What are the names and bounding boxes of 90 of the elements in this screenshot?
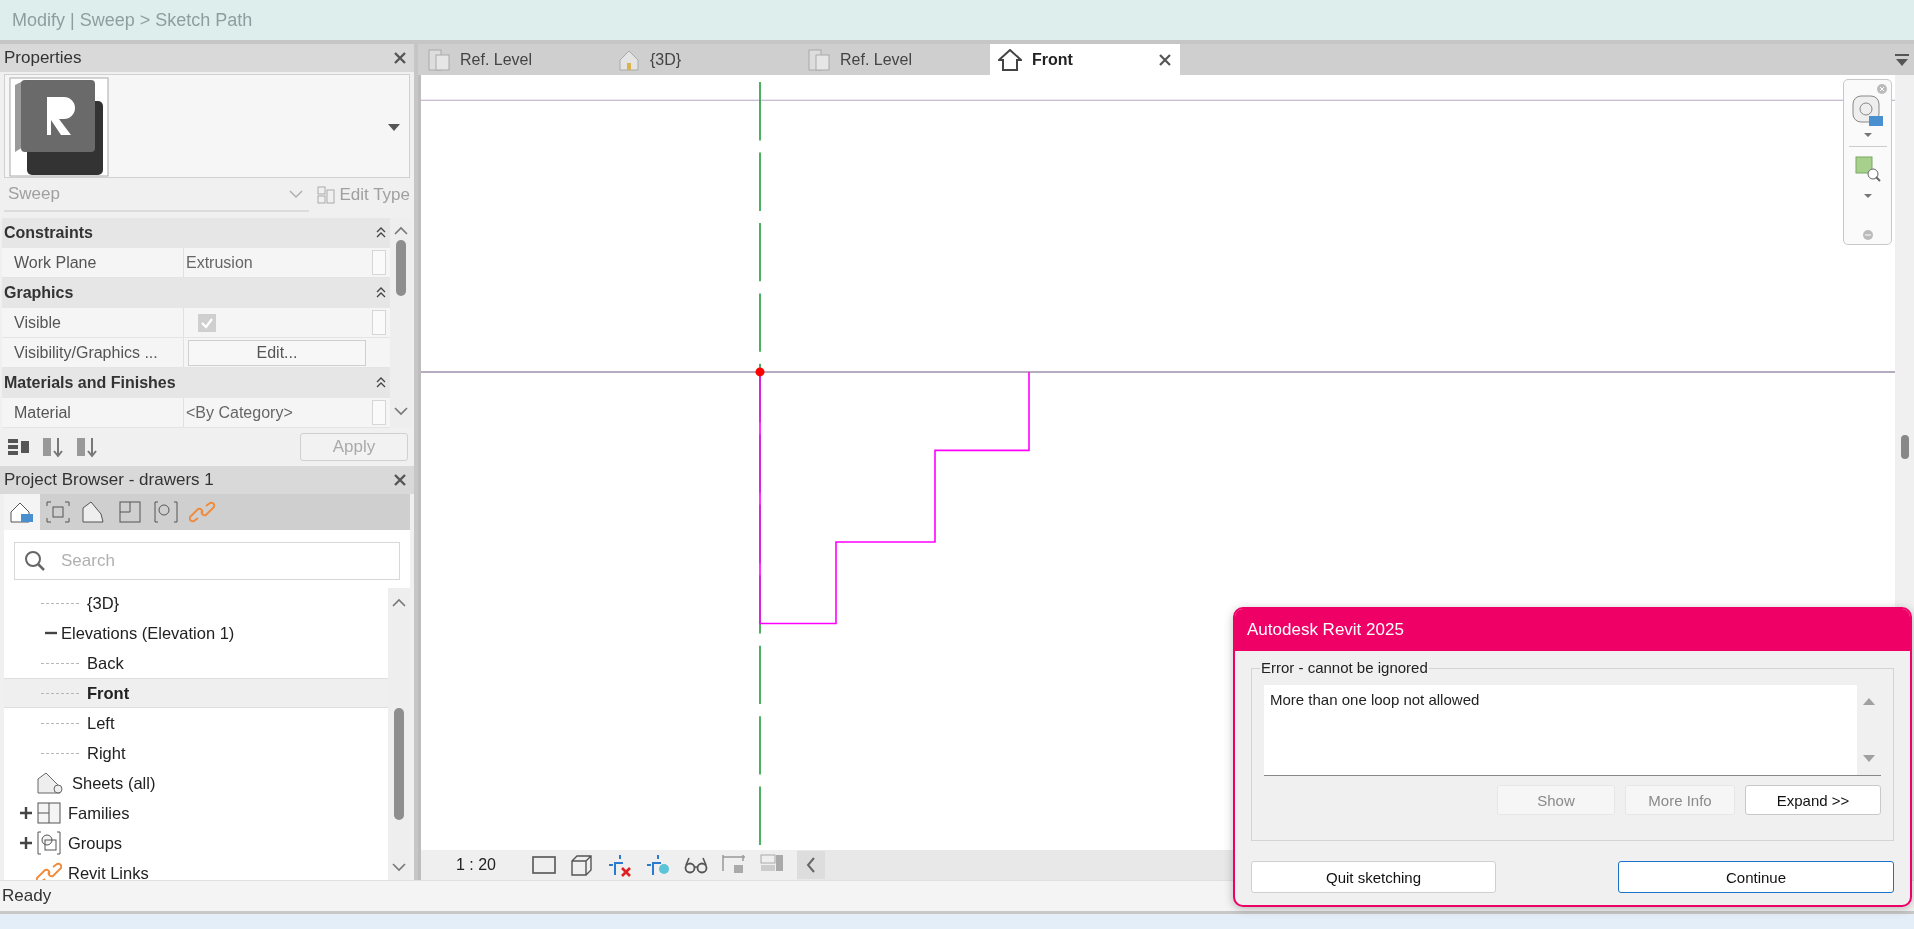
- tree-item[interactable]: Families: [4, 798, 388, 828]
- sketch-path-line[interactable]: [759, 371, 1030, 625]
- chevron-down-icon: [289, 189, 304, 199]
- search-field[interactable]: Search: [14, 542, 400, 580]
- tree-item-label: Front: [87, 683, 130, 703]
- sheet-icon: [36, 771, 66, 795]
- view-tab[interactable]: Front: [990, 44, 1180, 75]
- scale-selector[interactable]: 1 : 20: [421, 856, 531, 874]
- scroll-thumb[interactable]: [394, 708, 404, 820]
- property-value[interactable]: <By Category>: [183, 398, 368, 427]
- link-icon: [36, 862, 62, 880]
- tree-item[interactable]: Left: [4, 708, 388, 738]
- tree-item-label: Left: [87, 713, 115, 733]
- section-title: Materials and Finishes: [4, 374, 176, 392]
- dialog-title: Autodesk Revit 2025: [1247, 620, 1404, 640]
- tree-item[interactable]: Front: [4, 678, 388, 708]
- panel-title: Project Browser - drawers 1: [4, 470, 214, 490]
- section-title: Constraints: [4, 224, 93, 242]
- views-tab-icon[interactable]: [4, 494, 40, 530]
- close-icon[interactable]: [1158, 52, 1172, 67]
- property-label: Material: [13, 403, 72, 422]
- scroll-thumb[interactable]: [1900, 435, 1909, 459]
- tab-menu-icon[interactable]: [1894, 52, 1910, 67]
- floor-plan-icon: [808, 48, 830, 71]
- caret-icon[interactable]: [1862, 132, 1873, 138]
- context-title: Modify | Sweep > Sketch Path: [12, 9, 253, 31]
- view-tab[interactable]: Ref. Level: [420, 44, 610, 75]
- family-icon: [36, 801, 62, 825]
- dialog-button[interactable]: Expand >>: [1745, 785, 1881, 815]
- tree-item[interactable]: {3D}: [4, 588, 388, 618]
- property-value[interactable]: Extrusion: [183, 248, 368, 277]
- tree-item-label: Sheets (all): [72, 773, 156, 793]
- scroll-thumb[interactable]: [396, 240, 406, 296]
- tree-item[interactable]: Back: [4, 648, 388, 678]
- chevron-down-icon[interactable]: [392, 862, 406, 872]
- chevron-up-icon[interactable]: [394, 226, 408, 236]
- isolate-element-icon[interactable]: [645, 853, 671, 877]
- caret-icon[interactable]: [1862, 193, 1873, 199]
- collapse-icon[interactable]: [376, 286, 386, 300]
- edit-button[interactable]: Edit...: [188, 339, 366, 366]
- expand-icon[interactable]: [19, 806, 33, 820]
- property-label: Work Plane: [13, 253, 98, 272]
- hide-element-icon[interactable]: [607, 853, 633, 877]
- chevron-left-icon[interactable]: [797, 851, 825, 879]
- rectangle-icon[interactable]: [531, 853, 557, 877]
- scrollbar[interactable]: [388, 588, 410, 880]
- tree-item[interactable]: Revit Links: [4, 858, 388, 880]
- group-label: Error - cannot be ignored: [1260, 659, 1429, 676]
- sort-ascending-icon[interactable]: [40, 435, 66, 459]
- tree-item-label: Families: [68, 803, 130, 823]
- tree-item[interactable]: Elevations (Elevation 1): [4, 618, 388, 648]
- search-icon: [24, 550, 46, 572]
- house-icon: [618, 48, 640, 71]
- collapse-icon[interactable]: [376, 226, 386, 240]
- tree-item-label: Revit Links: [68, 863, 149, 880]
- close-icon[interactable]: [392, 50, 408, 66]
- tree-item-label: Back: [87, 653, 124, 673]
- tree-item-label: Right: [87, 743, 126, 763]
- floor-plan-icon: [428, 48, 450, 71]
- view-tab[interactable]: Ref. Level: [800, 44, 990, 75]
- tree-item-label: {3D}: [87, 593, 120, 613]
- origin-point: [755, 367, 765, 377]
- property-label: Visibility/Graphics ...: [13, 343, 159, 362]
- close-icon[interactable]: [392, 472, 408, 488]
- edit-type-icon: [317, 186, 336, 204]
- dialog-button[interactable]: Quit sketching: [1251, 861, 1496, 893]
- panel-title: Properties: [4, 48, 82, 68]
- checkbox[interactable]: [198, 313, 216, 332]
- tree-item-label: Elevations (Elevation 1): [61, 623, 235, 643]
- collapse-icon[interactable]: [376, 376, 386, 390]
- house-icon: [998, 48, 1022, 71]
- sort-descending-icon[interactable]: [74, 435, 100, 459]
- tree-item[interactable]: Right: [4, 738, 388, 768]
- view-tab[interactable]: {3D}: [610, 44, 800, 75]
- group-icon: [36, 830, 62, 856]
- tree-item-label: Groups: [68, 833, 123, 853]
- cube-icon[interactable]: [569, 853, 595, 877]
- error-message: More than one loop not allowed: [1269, 690, 1481, 710]
- status-text: Ready: [2, 886, 52, 906]
- chevron-up-icon[interactable]: [392, 598, 406, 608]
- dropdown-caret-icon[interactable]: [387, 122, 401, 132]
- section-title: Graphics: [4, 284, 74, 302]
- expand-icon[interactable]: [19, 836, 33, 850]
- tree-item[interactable]: Groups: [4, 828, 388, 858]
- steering-wheel-icon[interactable]: [1850, 94, 1885, 128]
- tree-item[interactable]: Sheets (all): [4, 768, 388, 798]
- zoom-icon[interactable]: [1853, 155, 1882, 183]
- chevron-down-icon[interactable]: [394, 406, 408, 416]
- dialog-button[interactable]: Continue: [1618, 861, 1894, 893]
- property-label: Visible: [13, 313, 62, 332]
